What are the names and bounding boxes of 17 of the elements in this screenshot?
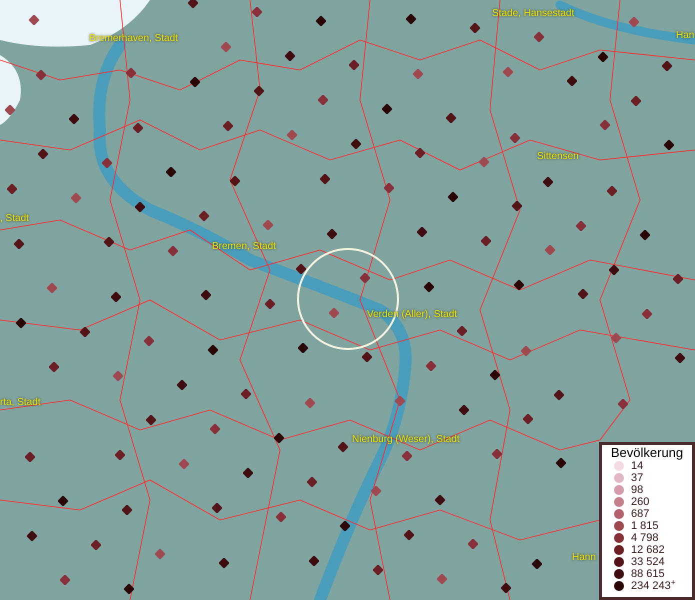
legend-value: 14 [631,460,644,472]
legend-value: 1 815 [631,520,659,532]
legend-value: 98 [631,484,644,496]
legend-value: 12 682 [631,544,665,556]
legend-value: 260 [631,496,650,508]
place-label: , Stadt [0,213,29,225]
legend-value: 234 243$^{+}$ [631,580,676,592]
place-label: Hann [572,552,596,564]
legend-value: 88 615 [631,568,665,580]
legend-value: 37 [631,472,644,484]
place-label: rta, Stadt [0,397,41,409]
place-label: Han [676,30,694,42]
legend-value: 4 798 [631,532,659,544]
legend-value: 687 [631,508,650,520]
legend-value: 33 524 [631,556,665,568]
place-label: Sittensen [537,151,579,163]
legend-title: Bevölkerung [610,445,684,460]
